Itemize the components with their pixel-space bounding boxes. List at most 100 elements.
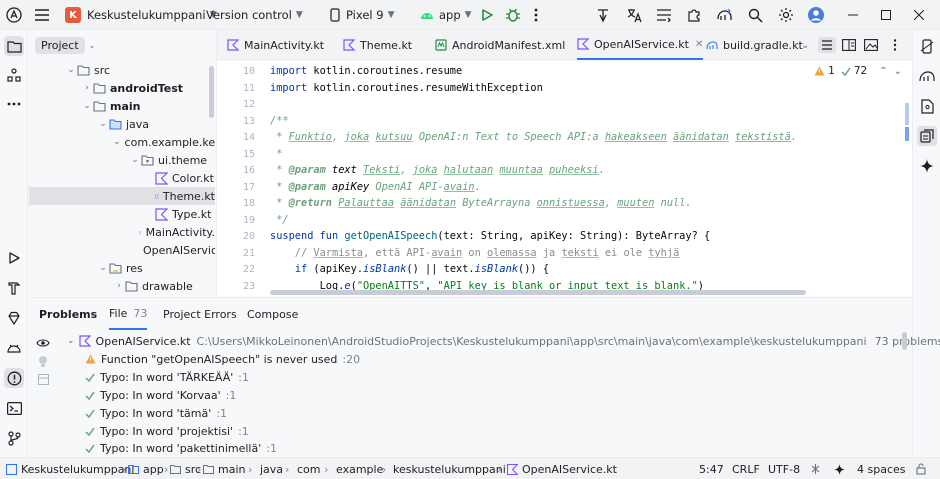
- tree-item-java[interactable]: ⌄ java: [29, 115, 215, 133]
- structure-tool-button[interactable]: [4, 65, 24, 85]
- tree-item-androidtest[interactable]: › androidTest: [29, 79, 215, 97]
- tab-theme[interactable]: Theme.kt: [343, 30, 412, 60]
- notifications-button[interactable]: [917, 96, 937, 116]
- editorconfig-button[interactable]: [810, 458, 821, 479]
- project-selector[interactable]: K Keskustelukumppani ▼: [65, 0, 217, 30]
- chevron-down-icon[interactable]: ⌄: [65, 65, 77, 75]
- caret-position[interactable]: 5:47: [699, 458, 724, 479]
- tab-project-errors[interactable]: Project Errors: [163, 298, 237, 330]
- line-ending[interactable]: CRLF: [732, 458, 760, 479]
- gemini-assistant-button[interactable]: [917, 156, 937, 176]
- run-config-selector[interactable]: app ▼: [419, 0, 472, 30]
- project-view-selector[interactable]: Project: [35, 36, 85, 54]
- tabs-overflow-button[interactable]: ⌄: [797, 30, 809, 60]
- account-button[interactable]: [808, 0, 824, 30]
- search-button[interactable]: [748, 0, 763, 30]
- gradle-tool-button[interactable]: [917, 66, 937, 86]
- chevron-down-icon[interactable]: ⌄: [67, 336, 75, 346]
- readonly-toggle[interactable]: [916, 458, 926, 479]
- problem-item[interactable]: Typo: In word 'TÄRKEÄÄ' :1: [85, 368, 249, 386]
- breadcrumb-java[interactable]: java: [260, 458, 283, 479]
- ai-indicator[interactable]: [834, 458, 845, 479]
- version-control-tool-button[interactable]: [4, 428, 24, 448]
- breadcrumb-project[interactable]: Keskustelukumppani: [6, 458, 134, 479]
- show-toggle-button[interactable]: [36, 336, 50, 350]
- app-quality-tool-button[interactable]: [4, 338, 24, 358]
- gemini-tool-button[interactable]: [4, 308, 24, 328]
- tab-build-gradle[interactable]: build.gradle.kt: [706, 30, 803, 60]
- previous-highlight-icon[interactable]: ⌃: [879, 66, 887, 77]
- chevron-down-icon[interactable]: ⌄: [97, 119, 109, 129]
- plugins-button[interactable]: [686, 0, 702, 30]
- layout-inspector-button[interactable]: [596, 0, 612, 30]
- editor-options-button[interactable]: [893, 30, 897, 60]
- tab-mainactivity[interactable]: MainActivity.kt: [227, 30, 324, 60]
- tree-item-openaiservice[interactable]: OpenAIServic: [29, 241, 215, 259]
- close-window-button[interactable]: [914, 0, 924, 30]
- chevron-down-icon[interactable]: ⌄: [129, 155, 141, 165]
- code-view-button[interactable]: [818, 30, 836, 60]
- problem-item[interactable]: Typo: In word 'projektisi' :1: [85, 422, 249, 440]
- close-tab-icon[interactable]: ✕: [695, 39, 703, 50]
- run-tool-button[interactable]: [4, 248, 24, 268]
- tree-item-theme-kt[interactable]: Theme.kt: [29, 187, 215, 205]
- preview-button[interactable]: [36, 372, 50, 386]
- tree-item-package[interactable]: ⌄ com.example.ke: [29, 133, 215, 151]
- tree-item-mainactivity[interactable]: MainActivity.: [29, 223, 215, 241]
- tab-compose[interactable]: Compose: [247, 298, 298, 330]
- version-control-dropdown[interactable]: Version control ▼: [206, 0, 303, 30]
- main-menu-icon[interactable]: [35, 0, 49, 30]
- more-actions-button[interactable]: [534, 0, 538, 30]
- tab-openaiservice[interactable]: OpenAIService.kt ✕: [577, 30, 704, 60]
- tab-file[interactable]: File 73: [109, 298, 148, 330]
- tree-item-ui-theme[interactable]: ⌄ ui.theme: [29, 151, 215, 169]
- inspection-widget[interactable]: 1 72 ⌃ ⌄: [814, 65, 902, 77]
- breadcrumb-app[interactable]: app: [128, 458, 164, 479]
- breadcrumb-main[interactable]: main: [203, 458, 245, 479]
- tree-item-color-kt[interactable]: Color.kt: [29, 169, 215, 187]
- terminal-tool-button[interactable]: [4, 398, 24, 418]
- problems-scrollbar[interactable]: [902, 332, 907, 350]
- code-editor[interactable]: 10 11 12 13 14 15 16 17 18 19 20 21 22 2…: [216, 61, 912, 296]
- tree-item-main[interactable]: ⌄ main: [29, 97, 215, 115]
- debug-button[interactable]: [505, 0, 521, 30]
- tab-androidmanifest[interactable]: AndroidManifest.xml: [435, 30, 565, 60]
- chevron-right-icon[interactable]: ›: [113, 281, 125, 291]
- chevron-down-icon[interactable]: ⌄: [113, 137, 121, 147]
- tree-item-src[interactable]: ⌄ src: [29, 61, 215, 79]
- breadcrumb-package[interactable]: keskustelukumppani: [393, 458, 506, 479]
- project-scrollbar[interactable]: [209, 66, 214, 118]
- sync-gradle-button[interactable]: [716, 0, 734, 30]
- translate-button[interactable]: [626, 0, 642, 30]
- tree-item-res[interactable]: ⌄ res: [29, 259, 215, 277]
- device-selector[interactable]: Pixel 9 ▼: [330, 0, 395, 30]
- problem-item[interactable]: Typo: In word 'tämä' :1: [85, 404, 227, 422]
- split-view-button[interactable]: [842, 30, 856, 60]
- tree-item-type-kt[interactable]: Type.kt: [29, 205, 215, 223]
- device-manager-button[interactable]: [917, 36, 937, 56]
- file-encoding[interactable]: UTF-8: [768, 458, 800, 479]
- chevron-down-icon[interactable]: ⌄: [81, 101, 93, 111]
- android-studio-logo[interactable]: [6, 0, 22, 30]
- indent-setting[interactable]: 4 spaces: [857, 458, 906, 479]
- quick-fix-button[interactable]: [36, 354, 50, 368]
- project-tool-button[interactable]: [4, 36, 24, 56]
- settings-button[interactable]: [778, 0, 794, 30]
- design-view-button[interactable]: [864, 30, 878, 60]
- chevron-right-icon[interactable]: ›: [81, 83, 93, 93]
- run-button[interactable]: [480, 0, 494, 30]
- problem-item[interactable]: Function "getOpenAISpeech" is never used…: [85, 350, 360, 368]
- maximize-button[interactable]: [881, 0, 891, 30]
- tree-item-drawable[interactable]: › drawable: [29, 277, 215, 295]
- next-highlight-icon[interactable]: ⌄: [894, 66, 902, 77]
- breadcrumb-com[interactable]: com: [297, 458, 321, 479]
- build-tool-button[interactable]: [4, 278, 24, 298]
- problems-file-row[interactable]: ⌄ OpenAIService.kt C:\Users\MikkoLeinone…: [67, 332, 940, 350]
- problem-item[interactable]: Typo: In word 'pakettinimellä' :1: [85, 440, 277, 457]
- minimize-button[interactable]: [848, 0, 858, 30]
- logcat-button[interactable]: [656, 0, 672, 30]
- running-devices-button[interactable]: [917, 126, 937, 146]
- breadcrumb-example[interactable]: example: [336, 458, 383, 479]
- chevron-down-icon[interactable]: ⌄: [97, 263, 109, 273]
- horizontal-scrollbar[interactable]: [270, 290, 806, 295]
